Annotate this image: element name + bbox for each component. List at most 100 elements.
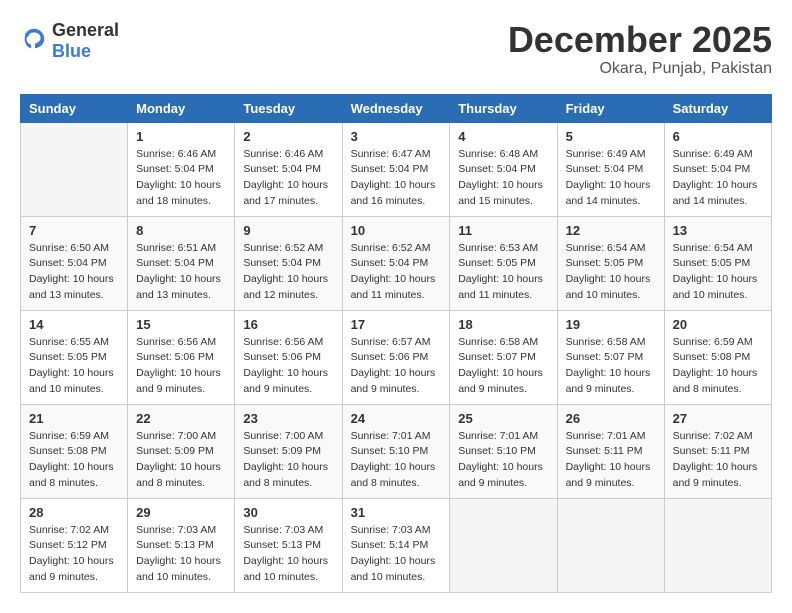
day-number: 16 bbox=[243, 317, 333, 332]
day-info: Sunrise: 6:50 AMSunset: 5:04 PMDaylight:… bbox=[29, 241, 119, 304]
calendar-cell: 3 Sunrise: 6:47 AMSunset: 5:04 PMDaylight… bbox=[342, 122, 450, 216]
calendar-cell: 6 Sunrise: 6:49 AMSunset: 5:04 PMDaylight… bbox=[664, 122, 771, 216]
day-number: 15 bbox=[136, 317, 226, 332]
day-number: 22 bbox=[136, 411, 226, 426]
day-number: 29 bbox=[136, 505, 226, 520]
day-info: Sunrise: 6:47 AMSunset: 5:04 PMDaylight:… bbox=[351, 147, 442, 210]
calendar-cell bbox=[21, 122, 128, 216]
calendar-cell bbox=[450, 498, 557, 592]
day-number: 25 bbox=[458, 411, 548, 426]
day-number: 4 bbox=[458, 129, 548, 144]
day-number: 30 bbox=[243, 505, 333, 520]
calendar-cell: 8Sunrise: 6:51 AMSunset: 5:04 PMDaylight… bbox=[128, 216, 235, 310]
day-number: 1 bbox=[136, 129, 226, 144]
column-header-thursday: Thursday bbox=[450, 94, 557, 122]
calendar-cell: 24Sunrise: 7:01 AMSunset: 5:10 PMDayligh… bbox=[342, 404, 450, 498]
calendar-cell: 16 Sunrise: 6:56 AMSunset: 5:06 PMDayligh… bbox=[235, 310, 342, 404]
day-info: Sunrise: 6:52 AMSunset: 5:04 PMDaylight:… bbox=[351, 241, 442, 304]
calendar-cell: 5 Sunrise: 6:49 AMSunset: 5:04 PMDaylight… bbox=[557, 122, 664, 216]
calendar-cell: 28Sunrise: 7:02 AMSunset: 5:12 PMDayligh… bbox=[21, 498, 128, 592]
calendar-cell: 1 Sunrise: 6:46 AMSunset: 5:04 PMDaylight… bbox=[128, 122, 235, 216]
day-number: 12 bbox=[566, 223, 656, 238]
calendar-table: SundayMondayTuesdayWednesdayThursdayFrid… bbox=[20, 94, 772, 593]
title-area: December 2025 Okara, Punjab, Pakistan bbox=[508, 20, 772, 78]
column-header-sunday: Sunday bbox=[21, 94, 128, 122]
day-info: Sunrise: 6:53 AMSunset: 5:05 PMDaylight:… bbox=[458, 241, 548, 304]
calendar-cell: 18Sunrise: 6:58 AMSunset: 5:07 PMDayligh… bbox=[450, 310, 557, 404]
logo-blue: Blue bbox=[52, 41, 91, 61]
column-header-monday: Monday bbox=[128, 94, 235, 122]
day-number: 19 bbox=[566, 317, 656, 332]
calendar-cell: 14Sunrise: 6:55 AMSunset: 5:05 PMDayligh… bbox=[21, 310, 128, 404]
day-number: 27 bbox=[673, 411, 763, 426]
calendar-week-row: 14Sunrise: 6:55 AMSunset: 5:05 PMDayligh… bbox=[21, 310, 772, 404]
calendar-cell: 20Sunrise: 6:59 AMSunset: 5:08 PMDayligh… bbox=[664, 310, 771, 404]
day-info: Sunrise: 6:48 AMSunset: 5:04 PMDaylight:… bbox=[458, 147, 548, 210]
calendar-cell: 2 Sunrise: 6:46 AMSunset: 5:04 PMDaylight… bbox=[235, 122, 342, 216]
day-number: 11 bbox=[458, 223, 548, 238]
day-info: Sunrise: 6:59 AMSunset: 5:08 PMDaylight:… bbox=[673, 335, 763, 398]
day-number: 21 bbox=[29, 411, 119, 426]
calendar-week-row: 7Sunrise: 6:50 AMSunset: 5:04 PMDaylight… bbox=[21, 216, 772, 310]
day-number: 13 bbox=[673, 223, 763, 238]
calendar-cell: 22 Sunrise: 7:00 AMSunset: 5:09 PMDayligh… bbox=[128, 404, 235, 498]
day-info: Sunrise: 6:46 AMSunset: 5:04 PMDaylight:… bbox=[243, 147, 333, 210]
day-number: 3 bbox=[351, 129, 442, 144]
calendar-cell: 31 Sunrise: 7:03 AMSunset: 5:14 PMDayligh… bbox=[342, 498, 450, 592]
calendar-cell bbox=[557, 498, 664, 592]
day-info: Sunrise: 6:54 AMSunset: 5:05 PMDaylight:… bbox=[673, 241, 763, 304]
day-number: 9 bbox=[243, 223, 333, 238]
calendar-cell: 9 Sunrise: 6:52 AMSunset: 5:04 PMDaylight… bbox=[235, 216, 342, 310]
day-info: Sunrise: 7:01 AMSunset: 5:10 PMDaylight:… bbox=[458, 429, 548, 492]
day-info: Sunrise: 7:03 AMSunset: 5:14 PMDaylight:… bbox=[351, 523, 442, 586]
day-number: 2 bbox=[243, 129, 333, 144]
calendar-cell: 23Sunrise: 7:00 AMSunset: 5:09 PMDayligh… bbox=[235, 404, 342, 498]
day-number: 6 bbox=[673, 129, 763, 144]
calendar-cell: 12 Sunrise: 6:54 AMSunset: 5:05 PMDayligh… bbox=[557, 216, 664, 310]
day-info: Sunrise: 7:01 AMSunset: 5:11 PMDaylight:… bbox=[566, 429, 656, 492]
day-info: Sunrise: 6:52 AMSunset: 5:04 PMDaylight:… bbox=[243, 241, 333, 304]
day-number: 14 bbox=[29, 317, 119, 332]
calendar-cell: 4 Sunrise: 6:48 AMSunset: 5:04 PMDaylight… bbox=[450, 122, 557, 216]
day-number: 18 bbox=[458, 317, 548, 332]
calendar-cell: 27 Sunrise: 7:02 AMSunset: 5:11 PMDayligh… bbox=[664, 404, 771, 498]
calendar-cell: 15 Sunrise: 6:56 AMSunset: 5:06 PMDayligh… bbox=[128, 310, 235, 404]
column-header-tuesday: Tuesday bbox=[235, 94, 342, 122]
day-number: 17 bbox=[351, 317, 442, 332]
day-number: 31 bbox=[351, 505, 442, 520]
day-number: 23 bbox=[243, 411, 333, 426]
calendar-cell: 30 Sunrise: 7:03 AMSunset: 5:13 PMDayligh… bbox=[235, 498, 342, 592]
day-info: Sunrise: 7:00 AMSunset: 5:09 PMDaylight:… bbox=[136, 429, 226, 492]
day-info: Sunrise: 6:49 AMSunset: 5:04 PMDaylight:… bbox=[673, 147, 763, 210]
logo: General Blue bbox=[20, 20, 119, 62]
day-info: Sunrise: 6:54 AMSunset: 5:05 PMDaylight:… bbox=[566, 241, 656, 304]
calendar-week-row: 28Sunrise: 7:02 AMSunset: 5:12 PMDayligh… bbox=[21, 498, 772, 592]
column-header-saturday: Saturday bbox=[664, 94, 771, 122]
day-info: Sunrise: 7:02 AMSunset: 5:11 PMDaylight:… bbox=[673, 429, 763, 492]
day-info: Sunrise: 6:46 AMSunset: 5:04 PMDaylight:… bbox=[136, 147, 226, 210]
logo-icon bbox=[20, 25, 48, 53]
calendar-cell: 29Sunrise: 7:03 AMSunset: 5:13 PMDayligh… bbox=[128, 498, 235, 592]
month-title: December 2025 bbox=[508, 20, 772, 60]
logo-general: General bbox=[52, 20, 119, 40]
calendar-cell: 11 Sunrise: 6:53 AMSunset: 5:05 PMDayligh… bbox=[450, 216, 557, 310]
calendar-week-row: 21 Sunrise: 6:59 AMSunset: 5:08 PMDayligh… bbox=[21, 404, 772, 498]
calendar-cell bbox=[664, 498, 771, 592]
calendar-cell: 25 Sunrise: 7:01 AMSunset: 5:10 PMDayligh… bbox=[450, 404, 557, 498]
calendar-cell: 7Sunrise: 6:50 AMSunset: 5:04 PMDaylight… bbox=[21, 216, 128, 310]
day-info: Sunrise: 6:59 AMSunset: 5:08 PMDaylight:… bbox=[29, 429, 119, 492]
day-info: Sunrise: 6:57 AMSunset: 5:06 PMDaylight:… bbox=[351, 335, 442, 398]
calendar-cell: 10Sunrise: 6:52 AMSunset: 5:04 PMDayligh… bbox=[342, 216, 450, 310]
day-info: Sunrise: 7:03 AMSunset: 5:13 PMDaylight:… bbox=[243, 523, 333, 586]
column-header-wednesday: Wednesday bbox=[342, 94, 450, 122]
day-info: Sunrise: 6:56 AMSunset: 5:06 PMDaylight:… bbox=[243, 335, 333, 398]
calendar-week-row: 1 Sunrise: 6:46 AMSunset: 5:04 PMDaylight… bbox=[21, 122, 772, 216]
calendar-cell: 26Sunrise: 7:01 AMSunset: 5:11 PMDayligh… bbox=[557, 404, 664, 498]
day-info: Sunrise: 7:01 AMSunset: 5:10 PMDaylight:… bbox=[351, 429, 442, 492]
day-info: Sunrise: 6:49 AMSunset: 5:04 PMDaylight:… bbox=[566, 147, 656, 210]
day-number: 5 bbox=[566, 129, 656, 144]
calendar-cell: 19 Sunrise: 6:58 AMSunset: 5:07 PMDayligh… bbox=[557, 310, 664, 404]
day-info: Sunrise: 6:58 AMSunset: 5:07 PMDaylight:… bbox=[566, 335, 656, 398]
day-info: Sunrise: 7:02 AMSunset: 5:12 PMDaylight:… bbox=[29, 523, 119, 586]
day-info: Sunrise: 6:56 AMSunset: 5:06 PMDaylight:… bbox=[136, 335, 226, 398]
